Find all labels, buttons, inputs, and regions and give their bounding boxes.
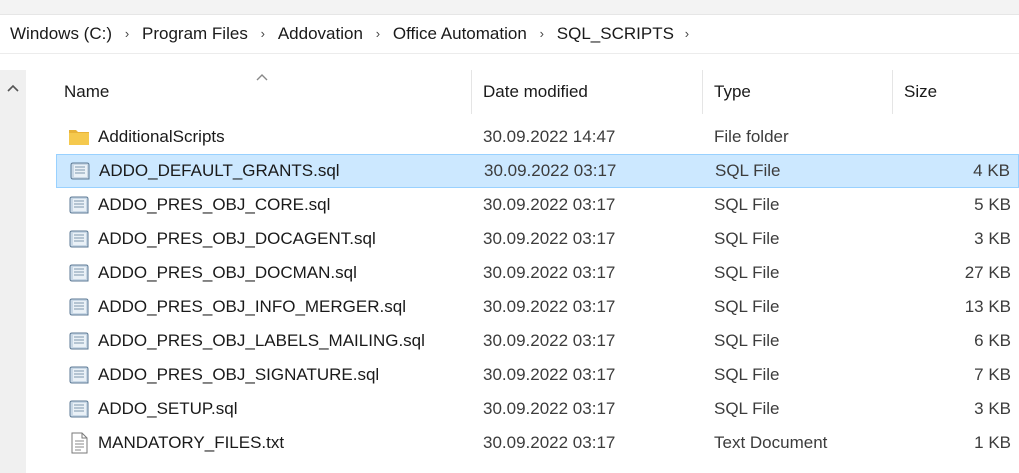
file-date-modified: 30.09.2022 03:17 [483,331,616,350]
file-date-modified: 30.09.2022 03:17 [483,433,616,452]
breadcrumb-chevron-icon[interactable]: › [248,26,278,41]
file-date-modified: 30.09.2022 03:17 [483,229,616,248]
text-file-icon [68,432,90,454]
file-row[interactable]: MANDATORY_FILES.txt 30.09.2022 03:17 Text … [56,426,1019,460]
file-size: 7 KB [974,365,1011,384]
address-bar[interactable]: Windows (C:) › Program Files › Addovatio… [0,14,1019,54]
file-type: SQL File [714,263,780,282]
file-row[interactable]: ADDO_DEFAULT_GRANTS.sql 30.09.2022 03:17 S… [56,154,1019,188]
file-date-modified: 30.09.2022 03:17 [483,263,616,282]
file-size: 3 KB [974,229,1011,248]
file-date-modified: 30.09.2022 03:17 [484,161,617,180]
file-type: SQL File [714,365,780,384]
file-row[interactable]: AdditionalScripts 30.09.2022 14:47 File fo… [56,120,1019,154]
breadcrumb-chevron-icon[interactable]: › [527,26,557,41]
file-type: SQL File [714,229,780,248]
breadcrumb-chevron-icon[interactable]: › [674,26,700,41]
file-row[interactable]: ADDO_PRES_OBJ_DOCMAN.sql 30.09.2022 03:17… [56,256,1019,290]
file-date-modified: 30.09.2022 03:17 [483,297,616,316]
file-name: ADDO_PRES_OBJ_LABELS_MAILING.sql [98,331,425,350]
file-row[interactable]: ADDO_PRES_OBJ_SIGNATURE.sql 30.09.2022 03… [56,358,1019,392]
navigation-pane-scrollbar[interactable] [0,70,26,473]
breadcrumb-chevron-icon[interactable]: › [112,26,142,41]
sort-ascending-icon [255,67,269,81]
file-date-modified: 30.09.2022 14:47 [483,127,616,146]
file-type: Text Document [714,433,828,452]
sql-file-icon [68,296,90,318]
sql-file-icon [68,364,90,386]
breadcrumb-addovation[interactable]: Addovation [278,24,363,44]
file-type: SQL File [714,195,780,214]
file-type: SQL File [714,297,780,316]
column-header-name[interactable]: Name [64,82,109,102]
file-name: ADDO_PRES_OBJ_SIGNATURE.sql [98,365,380,384]
column-header-row: Name Date modified Type Size [26,70,1019,114]
file-type: File folder [714,127,789,146]
file-type: SQL File [714,331,780,350]
file-type: SQL File [714,399,780,418]
file-name: ADDO_SETUP.sql [98,399,238,418]
column-divider[interactable] [471,70,472,114]
file-date-modified: 30.09.2022 03:17 [483,399,616,418]
file-row[interactable]: ADDO_PRES_OBJ_INFO_MERGER.sql 30.09.2022 … [56,290,1019,324]
breadcrumb-program-files[interactable]: Program Files [142,24,248,44]
file-name: ADDO_PRES_OBJ_DOCMAN.sql [98,263,357,282]
breadcrumb-sql-scripts[interactable]: SQL_SCRIPTS [557,24,674,44]
file-size: 5 KB [974,195,1011,214]
breadcrumb-office-automation[interactable]: Office Automation [393,24,527,44]
breadcrumb-chevron-icon[interactable]: › [363,26,393,41]
file-name: AdditionalScripts [98,127,225,146]
column-divider[interactable] [892,70,893,114]
file-date-modified: 30.09.2022 03:17 [483,195,616,214]
column-header-type[interactable]: Type [714,82,751,102]
file-type: SQL File [715,161,781,180]
column-header-date[interactable]: Date modified [483,82,588,102]
column-divider[interactable] [702,70,703,114]
file-size: 4 KB [973,161,1010,180]
file-row[interactable]: ADDO_PRES_OBJ_DOCAGENT.sql 30.09.2022 03:… [56,222,1019,256]
file-list: AdditionalScripts 30.09.2022 14:47 File fo… [56,120,1019,460]
folder-icon [68,126,90,148]
sql-file-icon [68,398,90,420]
sql-file-icon [69,160,91,182]
file-name: ADDO_PRES_OBJ_DOCAGENT.sql [98,229,376,248]
file-size: 13 KB [964,297,1011,316]
file-row[interactable]: ADDO_SETUP.sql 30.09.2022 03:17 SQL File 3 … [56,392,1019,426]
sql-file-icon [68,228,90,250]
file-row[interactable]: ADDO_PRES_OBJ_LABELS_MAILING.sql 30.09.20… [56,324,1019,358]
sql-file-icon [68,330,90,352]
window-top-strip [0,0,1019,15]
sql-file-icon [68,262,90,284]
file-size: 27 KB [964,263,1011,282]
file-name: ADDO_PRES_OBJ_CORE.sql [98,195,331,214]
breadcrumb-drive[interactable]: Windows (C:) [10,24,112,44]
file-size: 3 KB [974,399,1011,418]
file-size: 1 KB [974,433,1011,452]
file-row[interactable]: ADDO_PRES_OBJ_CORE.sql 30.09.2022 03:17 SQ… [56,188,1019,222]
file-name: ADDO_PRES_OBJ_INFO_MERGER.sql [98,297,406,316]
column-header-size[interactable]: Size [904,82,937,102]
file-name: MANDATORY_FILES.txt [98,433,285,452]
scroll-up-arrow-icon[interactable] [4,80,22,96]
file-size: 6 KB [974,331,1011,350]
file-name: ADDO_DEFAULT_GRANTS.sql [99,161,340,180]
sql-file-icon [68,194,90,216]
file-date-modified: 30.09.2022 03:17 [483,365,616,384]
